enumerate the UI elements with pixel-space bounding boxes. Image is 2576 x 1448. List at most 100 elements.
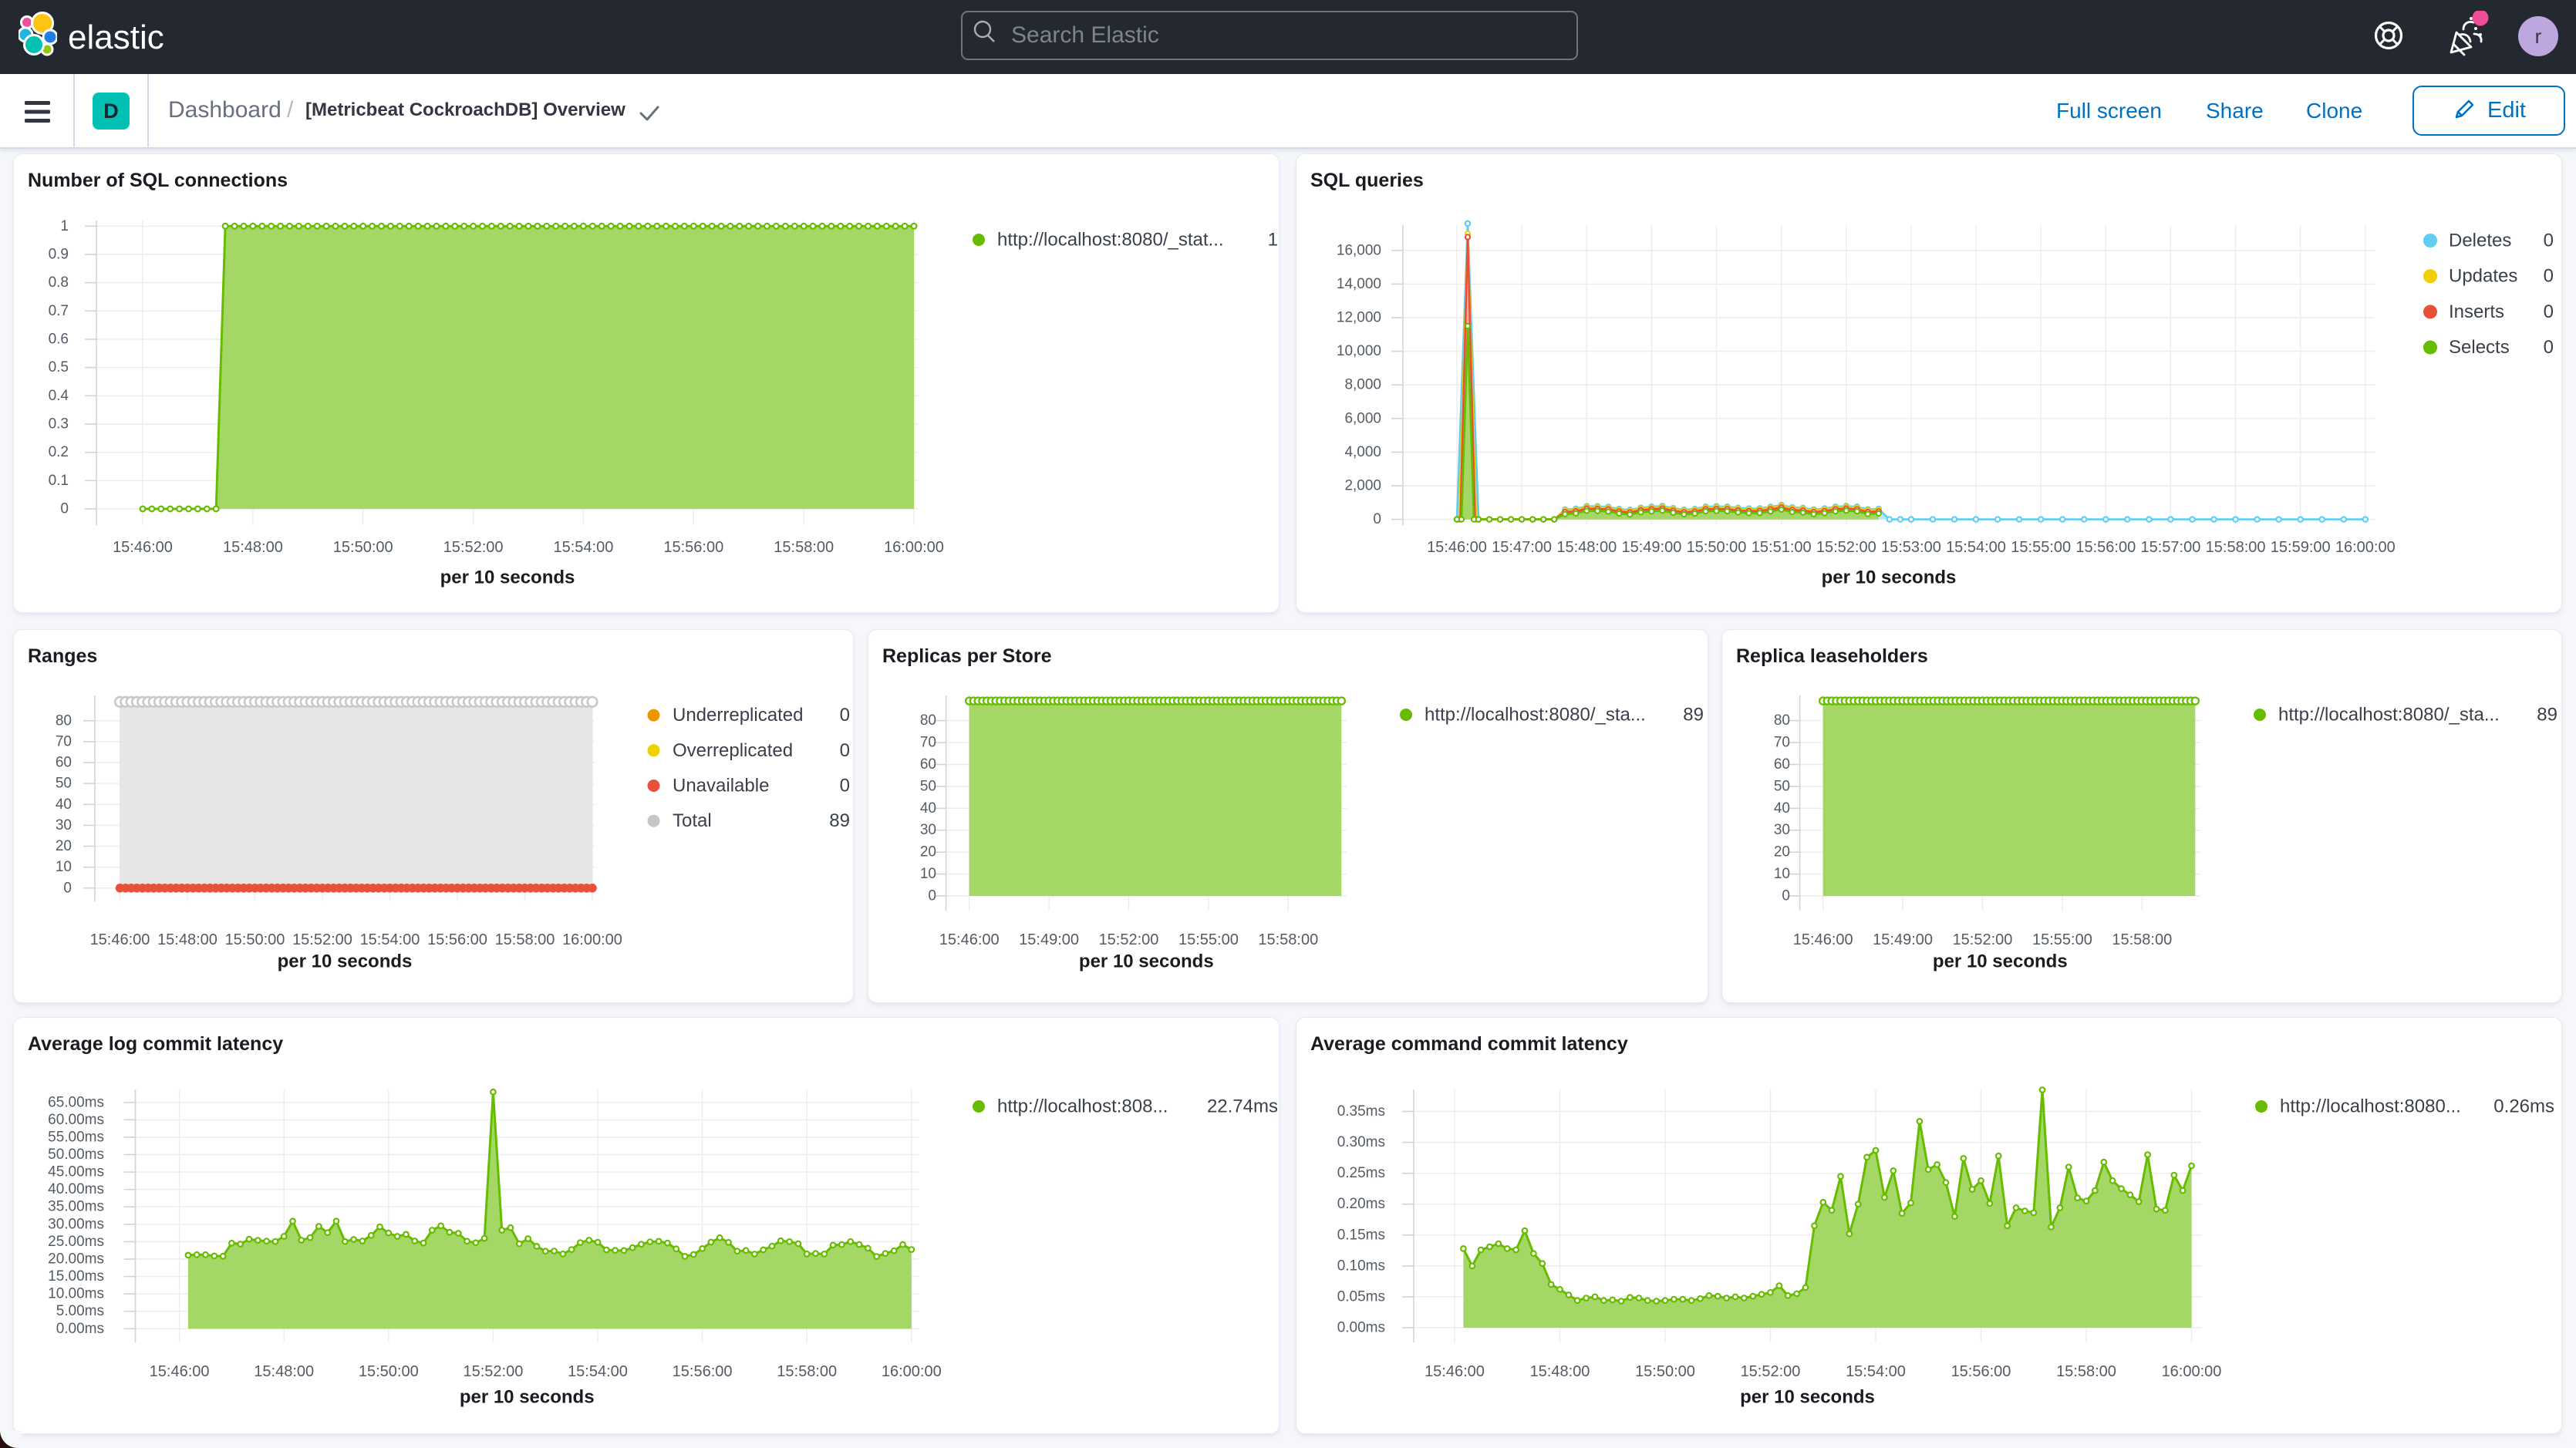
svg-text:15:59:00: 15:59:00	[2271, 539, 2331, 556]
svg-text:15:54:00: 15:54:00	[360, 931, 420, 948]
svg-text:0: 0	[1782, 888, 1790, 904]
svg-text:0.00ms: 0.00ms	[56, 1321, 104, 1337]
svg-text:70: 70	[920, 735, 936, 751]
svg-text:15:58:00: 15:58:00	[774, 539, 834, 556]
svg-text:15:50:00: 15:50:00	[359, 1363, 419, 1380]
svg-text:15:51:00: 15:51:00	[1752, 539, 1812, 556]
svg-text:Deletes: Deletes	[2449, 231, 2511, 251]
svg-text:10,000: 10,000	[1337, 343, 1381, 359]
svg-text:per 10 seconds: per 10 seconds	[278, 951, 413, 972]
svg-text:0.35ms: 0.35ms	[1337, 1103, 1385, 1120]
svg-text:0.2: 0.2	[49, 444, 69, 460]
svg-text:2,000: 2,000	[1344, 478, 1381, 494]
svg-text:15:46:00: 15:46:00	[113, 539, 173, 556]
svg-text:0: 0	[63, 880, 72, 896]
svg-text:10: 10	[1774, 866, 1790, 882]
svg-text:Overreplicated: Overreplicated	[673, 740, 793, 761]
svg-text:22.74ms: 22.74ms	[1207, 1096, 1278, 1117]
svg-text:8,000: 8,000	[1344, 377, 1381, 393]
svg-text:40: 40	[56, 796, 72, 813]
svg-text:0: 0	[2544, 266, 2554, 287]
svg-text:70: 70	[1774, 735, 1790, 751]
svg-text:0.05ms: 0.05ms	[1337, 1288, 1385, 1305]
svg-text:15:56:00: 15:56:00	[2075, 539, 2136, 556]
svg-text:15:58:00: 15:58:00	[2056, 1363, 2116, 1380]
svg-text:15:56:00: 15:56:00	[427, 931, 487, 948]
svg-text:per 10 seconds: per 10 seconds	[1822, 567, 1957, 588]
svg-text:16:00:00: 16:00:00	[884, 539, 944, 556]
svg-text:16:00:00: 16:00:00	[2162, 1363, 2222, 1380]
svg-text:Replicas per Store: Replicas per Store	[882, 645, 1052, 667]
svg-text:15:46:00: 15:46:00	[1427, 539, 1487, 556]
svg-text:15:52:00: 15:52:00	[292, 931, 352, 948]
svg-text:Selects: Selects	[2449, 337, 2510, 358]
svg-text:15:48:00: 15:48:00	[254, 1363, 314, 1380]
svg-text:60.00ms: 60.00ms	[48, 1112, 104, 1128]
svg-text:80: 80	[1774, 712, 1790, 729]
svg-text:Average command commit latency: Average command commit latency	[1310, 1033, 1628, 1055]
svg-text:Inserts: Inserts	[2449, 301, 2504, 322]
svg-text:0.25ms: 0.25ms	[1337, 1165, 1385, 1181]
svg-text:SQL queries: SQL queries	[1310, 170, 1424, 191]
svg-text:50: 50	[56, 776, 72, 792]
svg-text:15:55:00: 15:55:00	[1178, 931, 1239, 948]
svg-text:16:00:00: 16:00:00	[562, 931, 622, 948]
svg-text:50.00ms: 50.00ms	[48, 1147, 104, 1163]
svg-text:0: 0	[60, 501, 69, 517]
svg-text:0.26ms: 0.26ms	[2493, 1096, 2554, 1117]
svg-text:65.00ms: 65.00ms	[48, 1094, 104, 1110]
svg-text:10: 10	[920, 866, 936, 882]
svg-text:20: 20	[1774, 844, 1790, 860]
svg-text:15:50:00: 15:50:00	[1687, 539, 1747, 556]
svg-text:http://localhost:8080/_stat...: http://localhost:8080/_stat...	[997, 230, 1224, 251]
svg-text:15.00ms: 15.00ms	[48, 1268, 104, 1285]
svg-text:15:58:00: 15:58:00	[495, 931, 555, 948]
svg-text:89: 89	[2537, 705, 2557, 726]
svg-text:per 10 seconds: per 10 seconds	[460, 1387, 595, 1408]
svg-text:89: 89	[829, 810, 850, 831]
svg-text:15:54:00: 15:54:00	[1946, 539, 2006, 556]
svg-text:55.00ms: 55.00ms	[48, 1129, 104, 1145]
svg-text:20.00ms: 20.00ms	[48, 1251, 104, 1268]
svg-text:15:56:00: 15:56:00	[673, 1363, 733, 1380]
svg-text:Ranges: Ranges	[28, 645, 97, 667]
svg-text:45.00ms: 45.00ms	[48, 1164, 104, 1180]
svg-text:15:49:00: 15:49:00	[1019, 931, 1079, 948]
svg-text:15:48:00: 15:48:00	[1556, 539, 1617, 556]
svg-text:89: 89	[1683, 705, 1704, 726]
svg-text:15:58:00: 15:58:00	[1258, 931, 1318, 948]
svg-text:0: 0	[2544, 337, 2554, 358]
svg-text:60: 60	[920, 756, 936, 773]
svg-text:5.00ms: 5.00ms	[56, 1303, 104, 1319]
svg-text:50: 50	[920, 778, 936, 794]
svg-text:15:55:00: 15:55:00	[2032, 931, 2092, 948]
svg-text:15:49:00: 15:49:00	[1873, 931, 1933, 948]
svg-text:6,000: 6,000	[1344, 410, 1381, 426]
svg-text:0.20ms: 0.20ms	[1337, 1196, 1385, 1212]
svg-text:15:58:00: 15:58:00	[777, 1363, 837, 1380]
svg-text:15:49:00: 15:49:00	[1621, 539, 1681, 556]
svg-text:0.7: 0.7	[49, 303, 69, 319]
svg-text:1: 1	[1268, 230, 1278, 251]
svg-text:15:48:00: 15:48:00	[1530, 1363, 1590, 1380]
svg-text:80: 80	[920, 712, 936, 729]
svg-text:Underreplicated: Underreplicated	[673, 705, 803, 726]
svg-text:0: 0	[928, 888, 936, 904]
svg-text:http://localhost:8080...: http://localhost:8080...	[2280, 1096, 2461, 1117]
svg-text:15:46:00: 15:46:00	[150, 1363, 210, 1380]
svg-text:10: 10	[56, 859, 72, 875]
svg-text:15:58:00: 15:58:00	[2206, 539, 2266, 556]
svg-text:0.15ms: 0.15ms	[1337, 1227, 1385, 1243]
svg-text:0.8: 0.8	[49, 274, 69, 291]
svg-text:16,000: 16,000	[1337, 242, 1381, 258]
svg-text:60: 60	[1774, 756, 1790, 773]
svg-text:0: 0	[840, 776, 850, 796]
svg-text:15:48:00: 15:48:00	[157, 931, 217, 948]
svg-text:15:56:00: 15:56:00	[1951, 1363, 2011, 1380]
svg-text:15:52:00: 15:52:00	[1099, 931, 1159, 948]
svg-text:15:52:00: 15:52:00	[1741, 1363, 1801, 1380]
svg-text:10.00ms: 10.00ms	[48, 1286, 104, 1302]
svg-text:0: 0	[840, 705, 850, 726]
svg-text:15:50:00: 15:50:00	[225, 931, 285, 948]
svg-text:http://localhost:8080/_sta...: http://localhost:8080/_sta...	[1425, 705, 1646, 726]
